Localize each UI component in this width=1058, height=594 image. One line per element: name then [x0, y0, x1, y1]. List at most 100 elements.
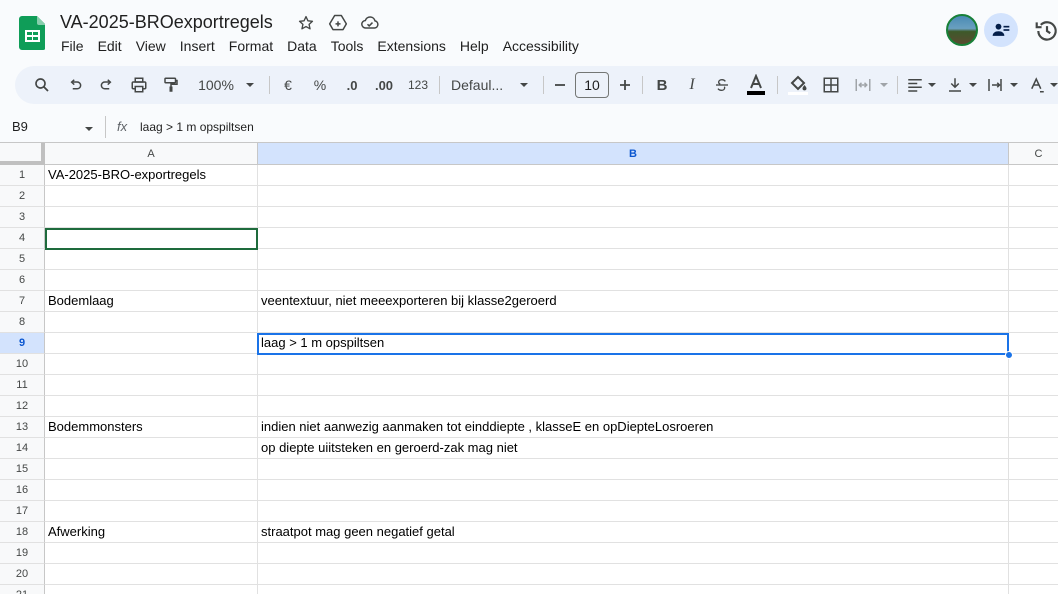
cell-c11[interactable] [1009, 375, 1058, 396]
row-header[interactable]: 18 [0, 522, 45, 543]
cell-c6[interactable] [1009, 270, 1058, 291]
chevron-down-icon[interactable] [1047, 66, 1058, 104]
name-box[interactable]: B9 [12, 119, 28, 134]
row-header[interactable]: 1 [0, 165, 45, 186]
cell-c20[interactable] [1009, 564, 1058, 585]
cell-a3[interactable] [45, 207, 258, 228]
menu-insert[interactable]: Insert [173, 36, 222, 56]
cell-b6[interactable] [258, 270, 1009, 291]
cell-c1[interactable] [1009, 165, 1058, 186]
spreadsheet-grid[interactable]: A B C 1 VA-2025-BRO-exportregels 2 3 4 5 6 7 Bod… [0, 143, 1058, 594]
text-rotation-icon[interactable] [1025, 66, 1049, 104]
row-header[interactable]: 14 [0, 438, 45, 459]
cell-c13[interactable] [1009, 417, 1058, 438]
cell-a4[interactable] [45, 228, 258, 249]
row-header[interactable]: 9 [0, 333, 45, 354]
row-header[interactable]: 19 [0, 543, 45, 564]
menu-view[interactable]: View [129, 36, 173, 56]
cloud-saved-icon[interactable] [359, 12, 381, 34]
borders-icon[interactable] [819, 66, 843, 104]
decrease-decimal-button[interactable]: .0 [339, 66, 365, 104]
sheets-logo-icon[interactable] [19, 16, 45, 50]
row-header[interactable]: 13 [0, 417, 45, 438]
search-menus-icon[interactable] [29, 66, 55, 104]
bold-icon[interactable]: B [651, 66, 673, 104]
formula-input[interactable]: laag > 1 m opspiltsen [140, 120, 254, 134]
percent-format-button[interactable]: % [309, 66, 331, 104]
cell-c10[interactable] [1009, 354, 1058, 375]
cell-b4[interactable] [258, 228, 1009, 249]
cell-b1[interactable] [258, 165, 1009, 186]
row-header[interactable]: 4 [0, 228, 45, 249]
row-header[interactable]: 2 [0, 186, 45, 207]
menu-edit[interactable]: Edit [91, 36, 129, 56]
menu-format[interactable]: Format [222, 36, 280, 56]
menu-accessibility[interactable]: Accessibility [496, 36, 586, 56]
cell-c19[interactable] [1009, 543, 1058, 564]
row-header[interactable]: 12 [0, 396, 45, 417]
cell-b11[interactable] [258, 375, 1009, 396]
cell-a1[interactable]: VA-2025-BRO-exportregels [45, 165, 258, 186]
cell-a10[interactable] [45, 354, 258, 375]
chevron-down-icon[interactable] [84, 124, 94, 134]
cell-a8[interactable] [45, 312, 258, 333]
menu-help[interactable]: Help [453, 36, 496, 56]
currency-format-button[interactable]: € [277, 66, 299, 104]
more-formats-button[interactable]: 123 [405, 66, 431, 104]
cell-a17[interactable] [45, 501, 258, 522]
cell-b15[interactable] [258, 459, 1009, 480]
chevron-down-icon[interactable] [925, 66, 939, 104]
merge-cells-icon[interactable] [851, 66, 875, 104]
column-header-c[interactable]: C [1009, 143, 1058, 165]
cell-a16[interactable] [45, 480, 258, 501]
cell-b19[interactable] [258, 543, 1009, 564]
cell-c9[interactable] [1009, 333, 1058, 354]
cell-a12[interactable] [45, 396, 258, 417]
cell-b14[interactable]: op diepte uiitsteken en geroerd-zak mag … [258, 438, 1009, 459]
cell-a21[interactable] [45, 585, 258, 594]
row-header[interactable]: 6 [0, 270, 45, 291]
zoom-select[interactable]: 100% [193, 66, 239, 104]
undo-icon[interactable] [63, 66, 87, 104]
cell-a19[interactable] [45, 543, 258, 564]
text-wrapping-icon[interactable] [983, 66, 1007, 104]
cell-a11[interactable] [45, 375, 258, 396]
cell-c15[interactable] [1009, 459, 1058, 480]
cell-b17[interactable] [258, 501, 1009, 522]
cell-a7[interactable]: Bodemlaag [45, 291, 258, 312]
row-header[interactable]: 20 [0, 564, 45, 585]
cell-a13[interactable]: Bodemmonsters [45, 417, 258, 438]
menu-tools[interactable]: Tools [324, 36, 371, 56]
chevron-down-icon[interactable] [1007, 66, 1021, 104]
column-header-b[interactable]: B [258, 143, 1009, 165]
cell-b16[interactable] [258, 480, 1009, 501]
cell-c7[interactable] [1009, 291, 1058, 312]
vertical-align-icon[interactable] [943, 66, 967, 104]
cell-b10[interactable] [258, 354, 1009, 375]
fill-handle[interactable] [1005, 351, 1013, 359]
cell-c17[interactable] [1009, 501, 1058, 522]
select-all-corner[interactable] [0, 143, 45, 165]
cell-c3[interactable] [1009, 207, 1058, 228]
cell-b21[interactable] [258, 585, 1009, 594]
font-select[interactable]: Defaul... [451, 66, 515, 104]
cell-c12[interactable] [1009, 396, 1058, 417]
cell-c14[interactable] [1009, 438, 1058, 459]
row-header[interactable]: 17 [0, 501, 45, 522]
print-icon[interactable] [127, 66, 151, 104]
font-size-input[interactable]: 10 [575, 72, 609, 98]
cell-a5[interactable] [45, 249, 258, 270]
cell-c5[interactable] [1009, 249, 1058, 270]
cell-b12[interactable] [258, 396, 1009, 417]
fill-color-icon[interactable] [785, 66, 811, 104]
row-header[interactable]: 15 [0, 459, 45, 480]
strikethrough-icon[interactable] [711, 66, 733, 104]
cell-c21[interactable] [1009, 585, 1058, 594]
horizontal-align-icon[interactable] [903, 66, 927, 104]
row-header[interactable]: 3 [0, 207, 45, 228]
cell-a18[interactable]: Afwerking [45, 522, 258, 543]
cell-a20[interactable] [45, 564, 258, 585]
cell-b20[interactable] [258, 564, 1009, 585]
chevron-down-icon[interactable] [243, 66, 257, 104]
redo-icon[interactable] [95, 66, 119, 104]
